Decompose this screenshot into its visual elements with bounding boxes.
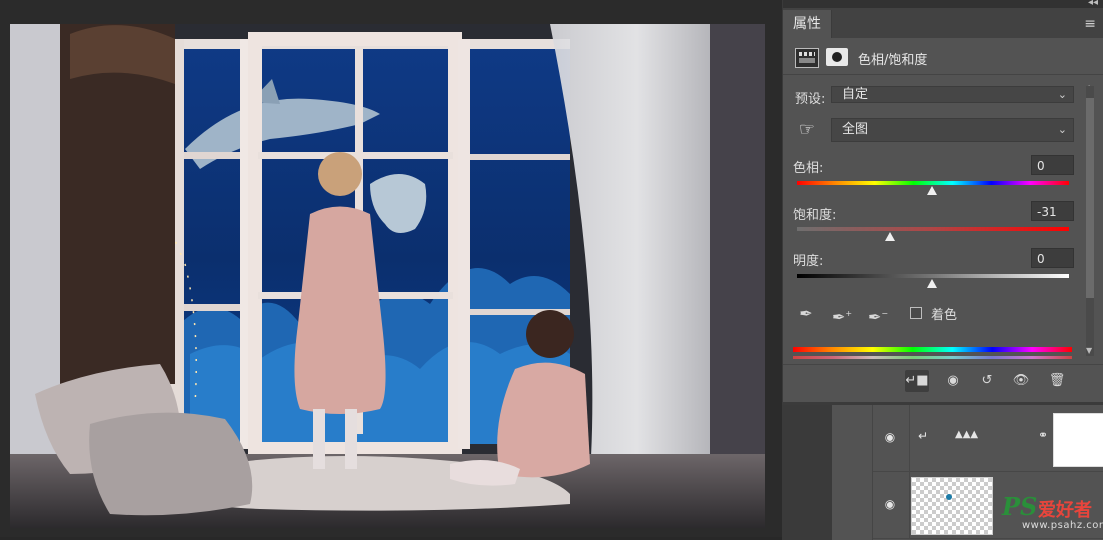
watermark-brand-cn: 爱好者 xyxy=(1038,500,1092,521)
properties-panel: ◂◂ 属性 ≡ 色相/饱和度 预设: 自定 ⌄ ☞ 全图 ⌄ 色相: 0 饱和度… xyxy=(782,0,1103,402)
canvas-image[interactable] xyxy=(10,24,765,528)
adjusted-spectrum-bar xyxy=(793,356,1072,359)
layer-mask-icon[interactable] xyxy=(826,48,848,66)
eyedropper-icon[interactable]: ✒ xyxy=(795,303,817,325)
panel-dock-strip: ◂◂ xyxy=(783,0,1103,8)
clipping-arrow-icon: ↵ xyxy=(918,429,929,443)
toggle-visibility-icon[interactable]: 👁 xyxy=(1009,370,1033,392)
eye-icon[interactable]: ◉ xyxy=(883,430,897,444)
delete-icon[interactable]: 🗑 xyxy=(1045,370,1069,392)
panel-scrollbar[interactable] xyxy=(1086,86,1094,356)
lightness-slider-thumb[interactable] xyxy=(927,279,937,288)
layers-panel-gutter xyxy=(782,405,832,540)
layer-thumbnail[interactable] xyxy=(911,477,993,535)
lightness-label: 明度: xyxy=(793,254,824,269)
watermark-brand-latin: PS xyxy=(1002,492,1038,521)
targeted-adjustment-hand-icon[interactable]: ☞ xyxy=(795,118,819,142)
link-chain-icon[interactable]: ⚭ xyxy=(1038,428,1048,442)
visibility-column: ◉ xyxy=(873,405,910,471)
scrollbar-thumb[interactable] xyxy=(1086,98,1094,298)
layer-mask-thumbnail[interactable] xyxy=(1053,413,1103,467)
reset-icon[interactable]: ↺ xyxy=(975,370,999,392)
collapse-panels-icon[interactable]: ◂◂ xyxy=(1088,0,1098,8)
adjustment-header: 色相/饱和度 xyxy=(783,38,1103,75)
saturation-slider-track[interactable] xyxy=(797,227,1069,231)
eyedropper-plus-icon[interactable]: ✒+ xyxy=(831,303,853,326)
lightness-input[interactable]: 0 xyxy=(1031,248,1074,268)
lightness-slider-track[interactable] xyxy=(797,274,1069,278)
saturation-input[interactable]: -31 xyxy=(1031,201,1074,221)
colorize-checkbox[interactable] xyxy=(910,307,922,319)
view-previous-state-icon[interactable]: ◉ xyxy=(941,370,965,392)
color-spectrum-bar xyxy=(793,347,1072,352)
clip-to-layer-icon[interactable]: ↵■ xyxy=(905,370,929,392)
layer-row[interactable]: ◉ ↵ ▲▲▲ ⚭ xyxy=(873,405,1103,472)
preset-dropdown[interactable]: 自定 ⌄ xyxy=(831,86,1074,103)
panel-menu-icon[interactable]: ≡ xyxy=(1084,16,1096,32)
scroll-down-icon[interactable]: ▼ xyxy=(1086,346,1094,355)
eye-icon[interactable]: ◉ xyxy=(883,497,897,511)
adjustment-title: 色相/饱和度 xyxy=(858,53,928,68)
hue-slider-thumb[interactable] xyxy=(927,186,937,195)
panel-tab-bar: 属性 ≡ xyxy=(783,8,1103,38)
tab-properties[interactable]: 属性 xyxy=(783,10,832,38)
chevron-down-icon: ⌄ xyxy=(1057,88,1067,101)
hue-saturation-adjustment-icon[interactable] xyxy=(795,48,819,68)
saturation-slider-thumb[interactable] xyxy=(885,232,895,241)
hue-slider-track[interactable] xyxy=(797,181,1069,185)
colorize-label: 着色 xyxy=(931,308,958,323)
site-watermark: PS 爱好者 www.psahz.com xyxy=(1000,490,1103,537)
hue-saturation-layer-icon: ▲▲▲ xyxy=(955,429,979,440)
edit-range-value: 全图 xyxy=(842,122,869,137)
visibility-column: ◉ xyxy=(873,472,910,538)
document-canvas[interactable] xyxy=(0,0,782,537)
watermark-url: www.psahz.com xyxy=(1022,520,1103,531)
hue-label: 色相: xyxy=(793,161,824,176)
preset-label: 预设: xyxy=(795,92,826,107)
saturation-label: 饱和度: xyxy=(793,208,837,223)
edit-range-dropdown[interactable]: 全图 ⌄ xyxy=(831,118,1074,142)
eyedropper-minus-icon[interactable]: ✒− xyxy=(867,303,889,326)
preset-value: 自定 xyxy=(842,87,869,102)
properties-footer: ↵■ ◉ ↺ 👁 🗑 xyxy=(783,364,1103,395)
chevron-down-icon: ⌄ xyxy=(1057,123,1067,136)
hue-input[interactable]: 0 xyxy=(1031,155,1074,175)
photo-composite xyxy=(10,24,765,528)
